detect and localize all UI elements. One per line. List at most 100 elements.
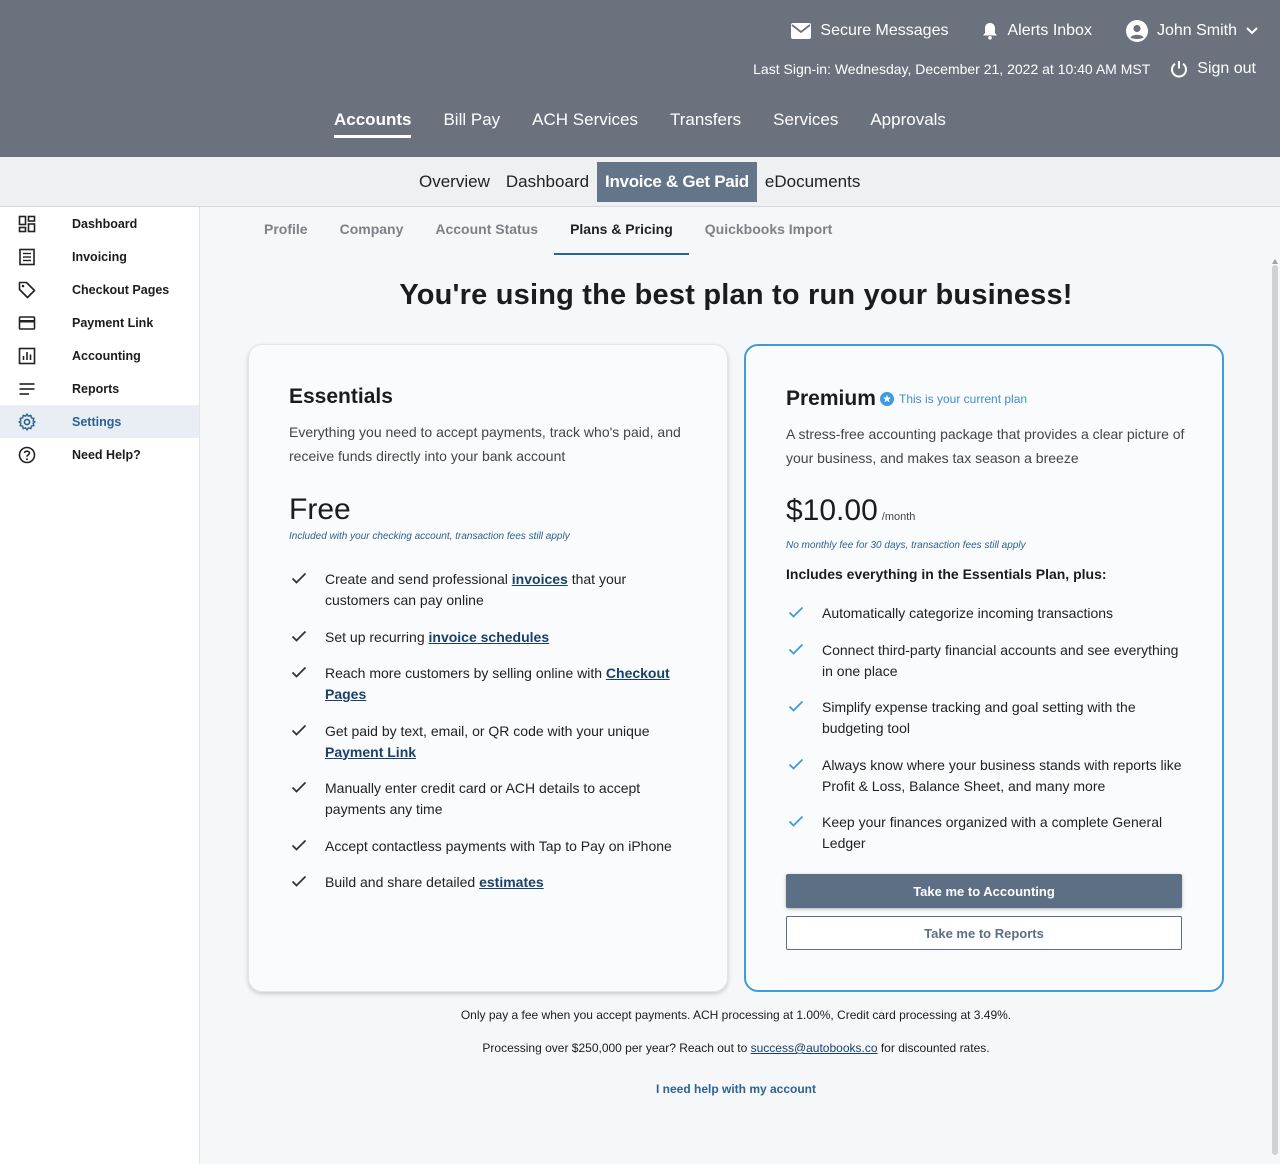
checkmark-icon xyxy=(291,839,307,851)
checkmark-icon xyxy=(291,666,307,678)
feature-text: Connect third-party financial accounts a… xyxy=(822,641,1179,679)
secure-messages-link[interactable]: Secure Messages xyxy=(791,22,948,40)
sidebar-item-label: Payment Link xyxy=(72,315,154,330)
sidebar-item-payment-link[interactable]: Payment Link xyxy=(0,306,199,339)
chevron-down-icon xyxy=(1246,27,1258,35)
feature-text: Simplify expense tracking and goal setti… xyxy=(822,699,1136,736)
signin-row: Last Sign-in: Wednesday, December 21, 20… xyxy=(753,60,1256,78)
checkmark-icon xyxy=(291,875,307,887)
main-nav-bill-pay[interactable]: Bill Pay xyxy=(427,108,516,138)
sidebar-item-invoicing[interactable]: Invoicing xyxy=(0,240,199,273)
main-nav-services[interactable]: Services xyxy=(757,108,854,138)
checkmark-icon xyxy=(788,643,804,655)
last-signin-text: Last Sign-in: Wednesday, December 21, 20… xyxy=(753,61,1151,77)
sidebar-item-label: Accounting xyxy=(72,348,141,363)
checkmark-icon xyxy=(291,781,307,793)
feature-item: Reach more customers by selling online w… xyxy=(289,663,689,705)
scrollbar[interactable] xyxy=(1272,265,1278,1155)
price-note: Included with your checking account, tra… xyxy=(289,531,570,542)
alerts-inbox-link[interactable]: Alerts Inbox xyxy=(982,22,1092,40)
utility-bar: Secure Messages Alerts Inbox John Smith xyxy=(791,20,1258,42)
current-plan-badge: This is your current plan xyxy=(880,392,1027,406)
feature-link[interactable]: Payment Link xyxy=(325,744,416,760)
feature-link[interactable]: invoice schedules xyxy=(429,629,550,645)
card-icon xyxy=(18,316,36,330)
invoice-icon xyxy=(19,248,35,266)
page-title: You're using the best plan to run your b… xyxy=(399,279,1073,311)
help-with-account-link[interactable]: I need help with my account xyxy=(200,1082,1272,1096)
checkmark-icon xyxy=(788,700,804,712)
feature-text: Manually enter credit card or ACH detail… xyxy=(325,780,641,817)
tab-account-status[interactable]: Account Status xyxy=(419,207,554,255)
sidebar-item-checkout-pages[interactable]: Checkout Pages xyxy=(0,273,199,306)
volume-note-post: for discounted rates. xyxy=(877,1041,990,1055)
plan-name: Premium xyxy=(786,387,876,410)
sidebar-item-label: Need Help? xyxy=(72,447,141,462)
feature-link[interactable]: estimates xyxy=(479,874,544,890)
sidebar-item-label: Invoicing xyxy=(72,249,127,264)
feature-list: Create and send professional invoices th… xyxy=(289,569,689,909)
tab-profile[interactable]: Profile xyxy=(248,207,324,255)
power-icon xyxy=(1171,61,1188,78)
feature-text: Reach more customers by selling online w… xyxy=(325,665,606,681)
star-badge-icon xyxy=(880,392,894,406)
plan-description: Everything you need to accept payments, … xyxy=(289,424,681,464)
settings-tabs: Profile Company Account Status Plans & P… xyxy=(248,207,848,255)
sidebar-item-need-help[interactable]: Need Help? xyxy=(0,438,199,471)
feature-item: Get paid by text, email, or QR code with… xyxy=(289,721,689,763)
dashboard-icon xyxy=(18,215,36,233)
sign-out-button[interactable]: Sign out xyxy=(1170,60,1256,78)
sidebar-item-accounting[interactable]: Accounting xyxy=(0,339,199,372)
main-nav-transfers[interactable]: Transfers xyxy=(654,108,757,138)
sub-nav-edocuments[interactable]: eDocuments xyxy=(757,162,868,202)
checkmark-icon xyxy=(291,724,307,736)
checkmark-icon xyxy=(291,572,307,584)
feature-item: Always know where your business stands w… xyxy=(786,755,1186,797)
feature-text: Set up recurring xyxy=(325,628,429,645)
take-me-to-accounting-button[interactable]: Take me to Accounting xyxy=(786,874,1182,908)
sub-nav-overview[interactable]: Overview xyxy=(411,162,498,202)
sub-nav: Overview Dashboard Invoice & Get Paid eD… xyxy=(0,157,1280,207)
support-email-link[interactable]: success@autobooks.co xyxy=(751,1041,878,1055)
sidebar-item-label: Dashboard xyxy=(72,216,138,231)
sidebar-item-reports[interactable]: Reports xyxy=(0,372,199,405)
user-menu[interactable]: John Smith xyxy=(1125,20,1258,42)
tab-company[interactable]: Company xyxy=(324,207,420,255)
checkmark-icon xyxy=(291,630,307,642)
main-nav-accounts[interactable]: Accounts xyxy=(318,108,427,138)
tab-plans-pricing[interactable]: Plans & Pricing xyxy=(554,207,689,255)
feature-text: Keep your finances organized with a comp… xyxy=(822,814,1163,851)
price-note: No monthly fee for 30 days, transaction … xyxy=(786,540,1026,551)
checkmark-icon xyxy=(788,815,804,827)
sidebar-item-label: Settings xyxy=(72,414,122,429)
feature-item: Keep your finances organized with a comp… xyxy=(786,812,1186,854)
feature-item: Set up recurring invoice schedules xyxy=(289,627,689,648)
feature-link[interactable]: invoices xyxy=(512,571,568,587)
sidebar-item-dashboard[interactable]: Dashboard xyxy=(0,207,199,240)
user-name: John Smith xyxy=(1156,22,1237,39)
secure-messages-label: Secure Messages xyxy=(820,22,949,39)
feature-list: Automatically categorize incoming transa… xyxy=(786,603,1186,870)
chart-icon xyxy=(18,347,36,365)
feature-item: Simplify expense tracking and goal setti… xyxy=(786,697,1186,739)
feature-text: Build and share detailed xyxy=(325,874,480,890)
main-nav-ach-services[interactable]: ACH Services xyxy=(516,108,654,138)
sub-nav-dashboard[interactable]: Dashboard xyxy=(498,162,597,202)
sidebar-item-settings[interactable]: Settings xyxy=(0,405,199,438)
feature-item: Manually enter credit card or ACH detail… xyxy=(289,778,689,820)
volume-note-pre: Processing over $250,000 per year? Reach… xyxy=(482,1041,751,1055)
plan-description: A stress-free accounting package that pr… xyxy=(786,426,1185,466)
feature-text: Accept contactless payments with Tap to … xyxy=(325,837,672,854)
take-me-to-reports-button[interactable]: Take me to Reports xyxy=(786,916,1182,950)
checkmark-icon xyxy=(788,758,804,770)
includes-heading: Includes everything in the Essentials Pl… xyxy=(786,566,1107,582)
gear-icon xyxy=(18,413,36,431)
help-icon xyxy=(18,446,36,464)
fee-note: Only pay a fee when you accept payments.… xyxy=(460,1008,1012,1022)
plan-price: Free xyxy=(289,493,351,526)
account-circle-icon xyxy=(1125,20,1148,42)
tab-quickbooks-import[interactable]: Quickbooks Import xyxy=(689,207,849,255)
sub-nav-invoice-get-paid[interactable]: Invoice & Get Paid xyxy=(597,162,757,202)
scroll-up-arrow[interactable] xyxy=(1272,259,1278,264)
main-nav-approvals[interactable]: Approvals xyxy=(854,108,962,138)
